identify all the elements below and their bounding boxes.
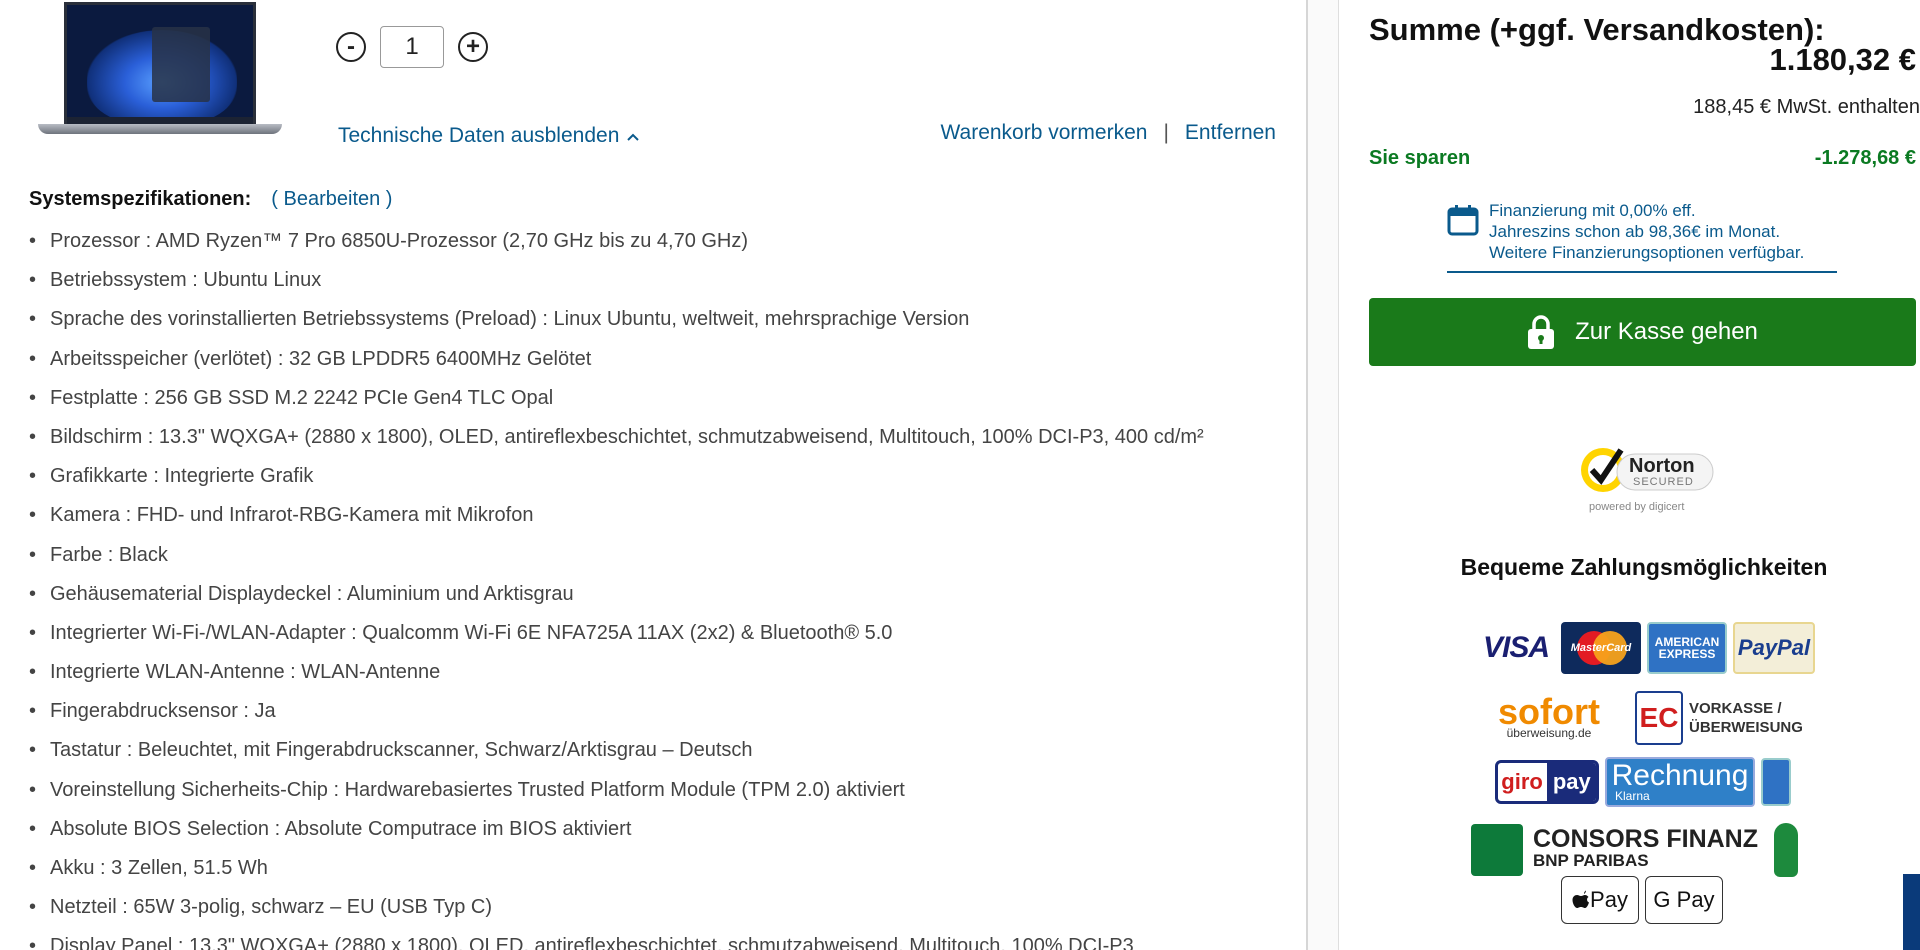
consors-line: BNP PARIBAS (1533, 851, 1649, 870)
decrement-button[interactable]: - (336, 32, 366, 62)
norton-powered: powered by digicert (1589, 501, 1685, 513)
lock-icon (1528, 315, 1555, 349)
norton-name: Norton (1629, 455, 1695, 477)
payment-row: giro pay Rechnung Klarna (1495, 757, 1791, 807)
vat-note: 188,45 € MwSt. enthalten (1693, 96, 1920, 118)
toggle-specs-label: Technische Daten ausblenden (338, 124, 620, 147)
apple-pay-logo: Pay (1561, 876, 1639, 924)
savings-value: -1.278,68 € (1814, 147, 1916, 169)
rechnung-label: Rechnung (1611, 759, 1749, 792)
checkout-button[interactable]: Zur Kasse gehen (1369, 298, 1916, 366)
mastercard-label: MasterCard (1570, 642, 1632, 654)
save-cart-link[interactable]: Warenkorb vormerken (940, 121, 1147, 145)
spec-item: Gehäusematerial Displaydeckel : Aluminiu… (29, 579, 1204, 618)
giropay-label-a: giro (1501, 769, 1543, 794)
quantity-stepper: - + (336, 26, 488, 68)
paypal-logo: PayPal (1733, 622, 1815, 674)
amex-line: EXPRESS (1658, 647, 1716, 661)
vorkasse-line: VORKASSE / (1689, 700, 1782, 717)
consors-finanz-logo: CONSORS FINANZ BNP PARIBAS (1471, 822, 1817, 878)
spec-item: Display Panel : 13.3" WQXGA+ (2880 x 180… (29, 931, 1204, 950)
payment-row: sofort überweisung.de EC VORKASSE / ÜBER… (1469, 690, 1819, 746)
bnp-leaf-icon (1471, 824, 1523, 876)
spec-item: Bildschirm : 13.3" WQXGA+ (2880 x 1800),… (29, 422, 1204, 461)
cart-item: - + Technische Daten ausblenden Warenkor… (0, 0, 1306, 950)
toggle-specs-link[interactable]: Technische Daten ausblenden (338, 124, 640, 148)
trust-badge-icon (1761, 758, 1791, 806)
vorkasse-line: ÜBERWEISUNG (1689, 719, 1803, 736)
spec-item: Farbe : Black (29, 540, 1204, 579)
consors-line: CONSORS FINANZ (1533, 825, 1758, 853)
taskbar-graphic (67, 117, 253, 124)
chevron-up-icon (627, 128, 640, 144)
google-pay-logo: G Pay (1645, 876, 1723, 924)
product-image[interactable] (38, 2, 282, 137)
apple-pay-label: Pay (1590, 887, 1628, 912)
spec-item: Betriebssystem : Ubuntu Linux (29, 265, 1204, 304)
sofort-label: sofort (1498, 691, 1600, 732)
rechnung-logo: Rechnung Klarna (1605, 757, 1755, 807)
column-gap (1308, 0, 1338, 950)
giropay-label-b: pay (1546, 763, 1596, 801)
financing-line: Weitere Finanzierungsoptionen verfügbar. (1489, 243, 1805, 262)
spec-item: Tastatur : Beleuchtet, mit Fingerabdruck… (29, 735, 1204, 774)
total-value: 1.180,32 € (1769, 42, 1916, 77)
visa-logo: VISA (1482, 631, 1550, 664)
total-label: Summe (+ggf. Versandkosten): (1369, 12, 1825, 47)
edit-specs-link[interactable]: ( Bearbeiten ) (271, 188, 392, 211)
financing-text: Finanzierung mit 0,00% eff. Jahreszins s… (1489, 200, 1804, 263)
norton-seal[interactable]: Norton SECURED powered by digicert (1577, 440, 1717, 516)
amex-logo: AMERICAN EXPRESS (1647, 622, 1727, 674)
spec-list: Prozessor : AMD Ryzen™ 7 Pro 6850U-Proze… (29, 226, 1204, 950)
savings-label: Sie sparen (1369, 147, 1471, 169)
financing-line: Finanzierung mit 0,00% eff. (1489, 201, 1696, 220)
spec-item: Absolute BIOS Selection : Absolute Compu… (29, 814, 1204, 853)
consors-figure-icon (1774, 823, 1798, 877)
remove-link[interactable]: Entfernen (1185, 121, 1276, 145)
item-actions: Warenkorb vormerken | Entfernen (940, 121, 1276, 145)
spec-item: Kamera : FHD- und Infrarot-RBG-Kamera mi… (29, 500, 1204, 539)
ec-logo: EC (1635, 691, 1683, 745)
order-summary: Summe (+ggf. Versandkosten): 1.180,32 € … (1339, 0, 1920, 950)
spec-item: Festplatte : 256 GB SSD M.2 2242 PCIe Ge… (29, 383, 1204, 422)
laptop-screen (64, 2, 256, 124)
laptop-base (38, 124, 282, 134)
vorkasse-logo: VORKASSE / ÜBERWEISUNG (1689, 692, 1819, 744)
sofort-sub: überweisung.de (1506, 726, 1592, 740)
payment-row: CONSORS FINANZ BNP PARIBAS (1471, 822, 1817, 878)
giropay-logo: giro pay (1495, 760, 1599, 804)
increment-button[interactable]: + (458, 32, 488, 62)
sofort-logo: sofort überweisung.de (1469, 690, 1629, 746)
rechnung-sub: Klarna (1615, 789, 1650, 803)
mastercard-logo: MasterCard (1561, 622, 1641, 674)
calendar-icon (1447, 205, 1479, 236)
spec-item: Arbeitsspeicher (verlötet) : 32 GB LPDDR… (29, 344, 1204, 383)
apple-icon (1572, 890, 1590, 908)
spec-item: Integrierte WLAN-Antenne : WLAN-Antenne (29, 657, 1204, 696)
spec-item: Voreinstellung Sicherheits-Chip : Hardwa… (29, 775, 1204, 814)
side-feedback-tab[interactable] (1903, 874, 1920, 950)
action-separator: | (1163, 121, 1169, 144)
spec-item: Integrierter Wi-Fi-/WLAN-Adapter : Qualc… (29, 618, 1204, 657)
norton-sub: SECURED (1633, 476, 1694, 488)
spec-item: Netzteil : 65W 3-polig, schwarz – EU (US… (29, 892, 1204, 931)
spec-item: Prozessor : AMD Ryzen™ 7 Pro 6850U-Proze… (29, 226, 1204, 265)
financing-line: Jahreszins schon ab 98,36€ im Monat. (1489, 222, 1781, 241)
quantity-input[interactable] (380, 26, 444, 68)
payment-row: Pay G Pay (1561, 876, 1723, 924)
specs-header: Systemspezifikationen: ( Bearbeiten ) (29, 188, 392, 211)
spec-item: Akku : 3 Zellen, 51.5 Wh (29, 853, 1204, 892)
payment-row: VISA MasterCard AMERICAN EXPRESS PayPal (1477, 622, 1815, 674)
spec-item: Fingerabdrucksensor : Ja (29, 696, 1204, 735)
specs-heading: Systemspezifikationen: (29, 188, 252, 210)
payment-title: Bequeme Zahlungsmöglichkeiten (1460, 554, 1828, 580)
spec-item: Grafikkarte : Integrierte Grafik (29, 461, 1204, 500)
financing-link[interactable]: Finanzierung mit 0,00% eff. Jahreszins s… (1447, 200, 1837, 273)
start-menu-graphic (152, 27, 210, 102)
checkout-label: Zur Kasse gehen (1575, 318, 1758, 345)
spec-item: Sprache des vorinstallierten Betriebssys… (29, 304, 1204, 343)
